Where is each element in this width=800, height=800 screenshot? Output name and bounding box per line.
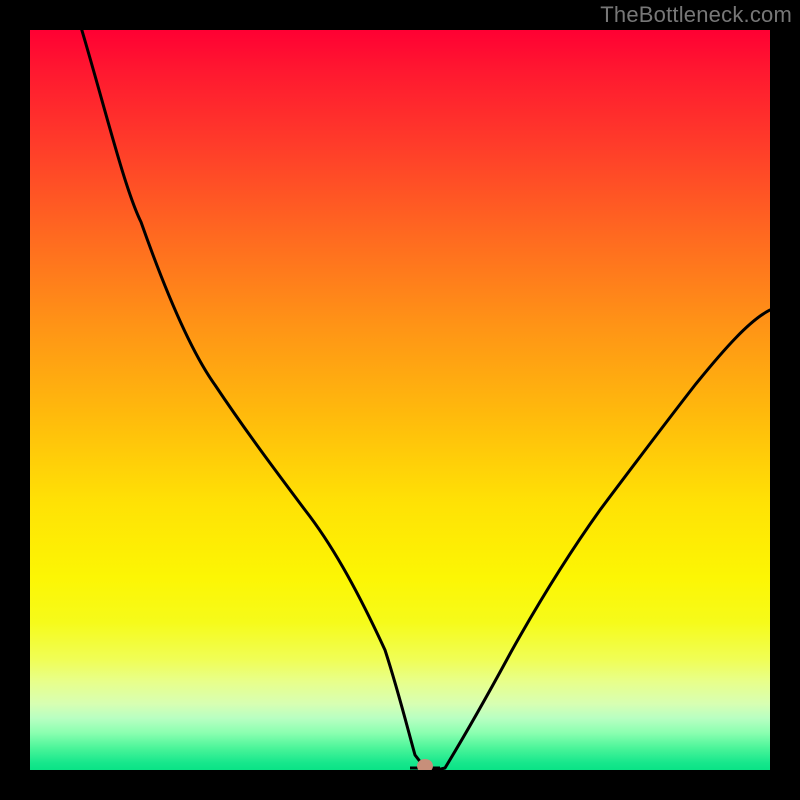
bottleneck-curve [30,30,770,770]
watermark-text: TheBottleneck.com [600,2,792,28]
chart-frame: TheBottleneck.com [0,0,800,800]
plot-area [30,30,770,770]
